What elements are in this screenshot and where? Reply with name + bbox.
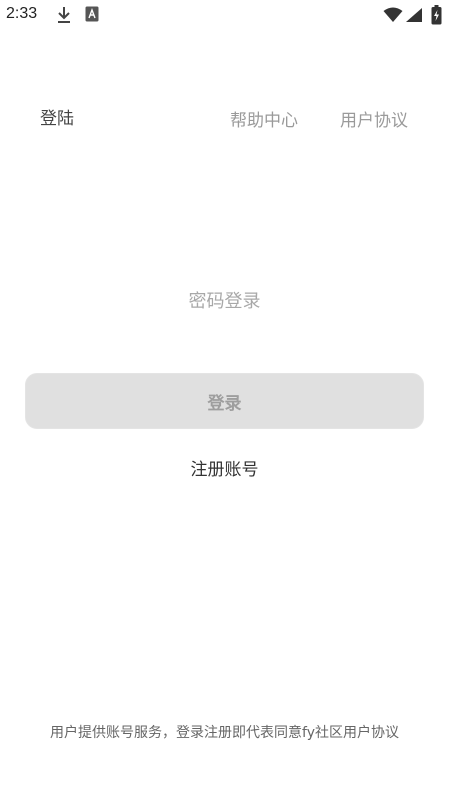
status-time: 2:33	[6, 5, 38, 22]
help-center-link[interactable]: 帮助中心	[230, 106, 298, 131]
battery-charging-icon	[431, 5, 442, 29]
terms-notice: 用户提供账号服务，登录注册即代表同意fy社区用户协议	[50, 725, 399, 741]
download-icon	[56, 6, 72, 28]
login-button-label: 登录	[207, 393, 242, 414]
register-account-link[interactable]: 注册账号	[0, 455, 449, 480]
page-title: 登陆	[40, 109, 74, 129]
status-bar: 2:33	[0, 0, 449, 30]
wifi-icon	[383, 7, 403, 27]
user-agreement-link[interactable]: 用户协议	[340, 106, 408, 131]
login-button[interactable]: 登录	[25, 373, 424, 429]
signal-icon	[405, 7, 423, 27]
a-icon	[85, 6, 99, 26]
password-login-toggle[interactable]: 密码登录	[0, 287, 449, 313]
